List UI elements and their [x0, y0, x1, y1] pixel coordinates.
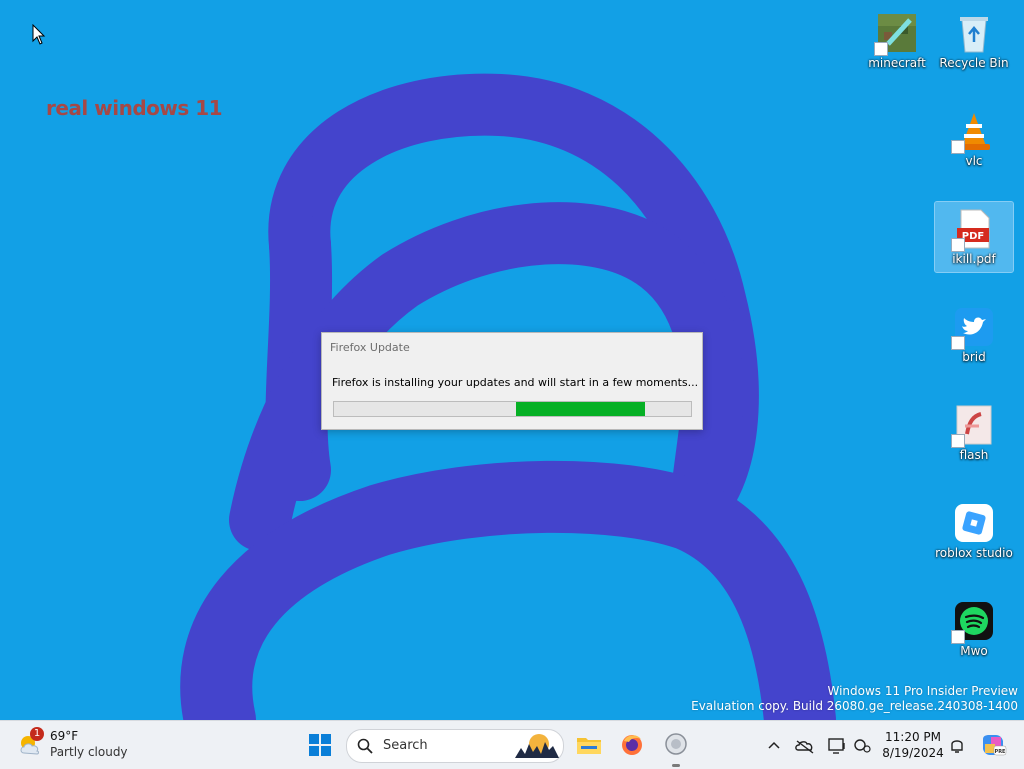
accessibility-icon	[854, 739, 871, 753]
desktop-icon-label: minecraft	[868, 56, 926, 70]
desktop-icon-label: roblox studio	[935, 546, 1013, 560]
display-tray-button[interactable]	[825, 731, 849, 759]
onedrive-offline-icon	[795, 740, 814, 754]
taskbar-clock[interactable]: 11:20 PM 8/19/2024	[878, 729, 948, 761]
shortcut-arrow-icon	[951, 140, 965, 154]
firefox-icon	[622, 735, 642, 755]
clock-time: 11:20 PM	[885, 730, 941, 744]
display-icon	[828, 738, 845, 754]
svg-text:PDF: PDF	[962, 231, 984, 242]
desktop-icon-label: Mwo	[960, 644, 988, 658]
build-watermark: Windows 11 Pro Insider Preview Evaluatio…	[691, 684, 1018, 714]
flash-icon	[951, 404, 995, 448]
taskbar-file-explorer[interactable]	[571, 727, 607, 763]
desktop: real windows 11 minecraft Recycle Bin vl…	[0, 0, 1024, 720]
notifications-bell-icon	[951, 740, 963, 753]
dialog-title: Firefox Update	[330, 341, 410, 354]
notifications-button[interactable]	[945, 731, 969, 759]
shortcut-arrow-icon	[951, 434, 965, 448]
desktop-icon-brid[interactable]: brid	[935, 300, 1013, 370]
app-icon	[665, 733, 687, 755]
minecraft-icon	[874, 12, 918, 56]
show-hidden-icons-button[interactable]	[762, 731, 786, 759]
build-watermark-line1: Windows 11 Pro Insider Preview	[827, 684, 1018, 698]
start-icon	[309, 734, 331, 756]
pdf-icon: PDF	[951, 208, 995, 252]
start-button[interactable]	[302, 727, 338, 763]
shortcut-arrow-icon	[951, 630, 965, 644]
dialog-message: Firefox is installing your updates and w…	[332, 376, 699, 389]
search-highlight-icon	[515, 734, 559, 758]
taskbar-firefox[interactable]	[614, 727, 650, 763]
recycle-bin-icon	[953, 12, 995, 54]
mouse-cursor-icon	[32, 24, 46, 45]
copilot-icon: PRE	[983, 735, 1007, 756]
desktop-icon-label: brid	[962, 350, 986, 364]
progress-fill	[516, 402, 645, 416]
build-watermark-line2: Evaluation copy. Build 26080.ge_release.…	[691, 699, 1018, 713]
desktop-icon-recycle-bin[interactable]: Recycle Bin	[935, 6, 1013, 76]
vlc-icon	[951, 110, 995, 154]
desktop-icon-label: vlc	[965, 154, 983, 168]
desktop-icon-pdf[interactable]: PDF ikill.pdf	[934, 201, 1014, 273]
taskbar: 1 69°F Partly cloudy Search 11:20 PM 8/1…	[0, 720, 1024, 769]
svg-text:PRE: PRE	[995, 749, 1007, 755]
search-icon	[357, 738, 373, 754]
roblox-studio-icon	[953, 502, 995, 544]
twitter-bird-icon	[951, 306, 995, 350]
desktop-icon-label: flash	[959, 448, 989, 462]
weather-widget[interactable]: 1 69°F Partly cloudy	[18, 727, 148, 763]
shortcut-arrow-icon	[874, 42, 888, 56]
desktop-icon-label: ikill.pdf	[952, 252, 996, 266]
taskbar-search-box[interactable]: Search	[346, 729, 564, 763]
onedrive-tray-button[interactable]	[793, 731, 817, 759]
desktop-icon-flash[interactable]: flash	[935, 398, 1013, 468]
taskbar-app[interactable]	[658, 727, 694, 763]
spotify-icon	[951, 600, 995, 644]
desktop-icon-vlc[interactable]: vlc	[935, 104, 1013, 174]
chevron-up-icon	[768, 741, 780, 749]
accessibility-tray-button[interactable]	[851, 731, 875, 759]
wallpaper-text: real windows 11	[46, 96, 223, 120]
weather-temperature: 69°F	[50, 729, 79, 743]
copilot-button[interactable]: PRE	[979, 731, 1007, 759]
desktop-icon-minecraft[interactable]: minecraft	[858, 6, 936, 76]
update-progress-bar	[333, 401, 692, 417]
weather-condition: Partly cloudy	[50, 745, 128, 759]
desktop-icon-label: Recycle Bin	[939, 56, 1009, 70]
desktop-icon-roblox-studio[interactable]: roblox studio	[935, 496, 1013, 566]
file-explorer-icon	[577, 738, 601, 754]
clock-date: 8/19/2024	[882, 746, 944, 760]
search-placeholder: Search	[383, 738, 428, 753]
firefox-update-dialog[interactable]: Firefox Update Firefox is installing you…	[321, 332, 703, 430]
running-indicator	[672, 764, 680, 767]
desktop-icon-mwo[interactable]: Mwo	[935, 594, 1013, 664]
shortcut-arrow-icon	[951, 336, 965, 350]
weather-notification-badge: 1	[30, 727, 44, 741]
shortcut-arrow-icon	[951, 238, 965, 252]
